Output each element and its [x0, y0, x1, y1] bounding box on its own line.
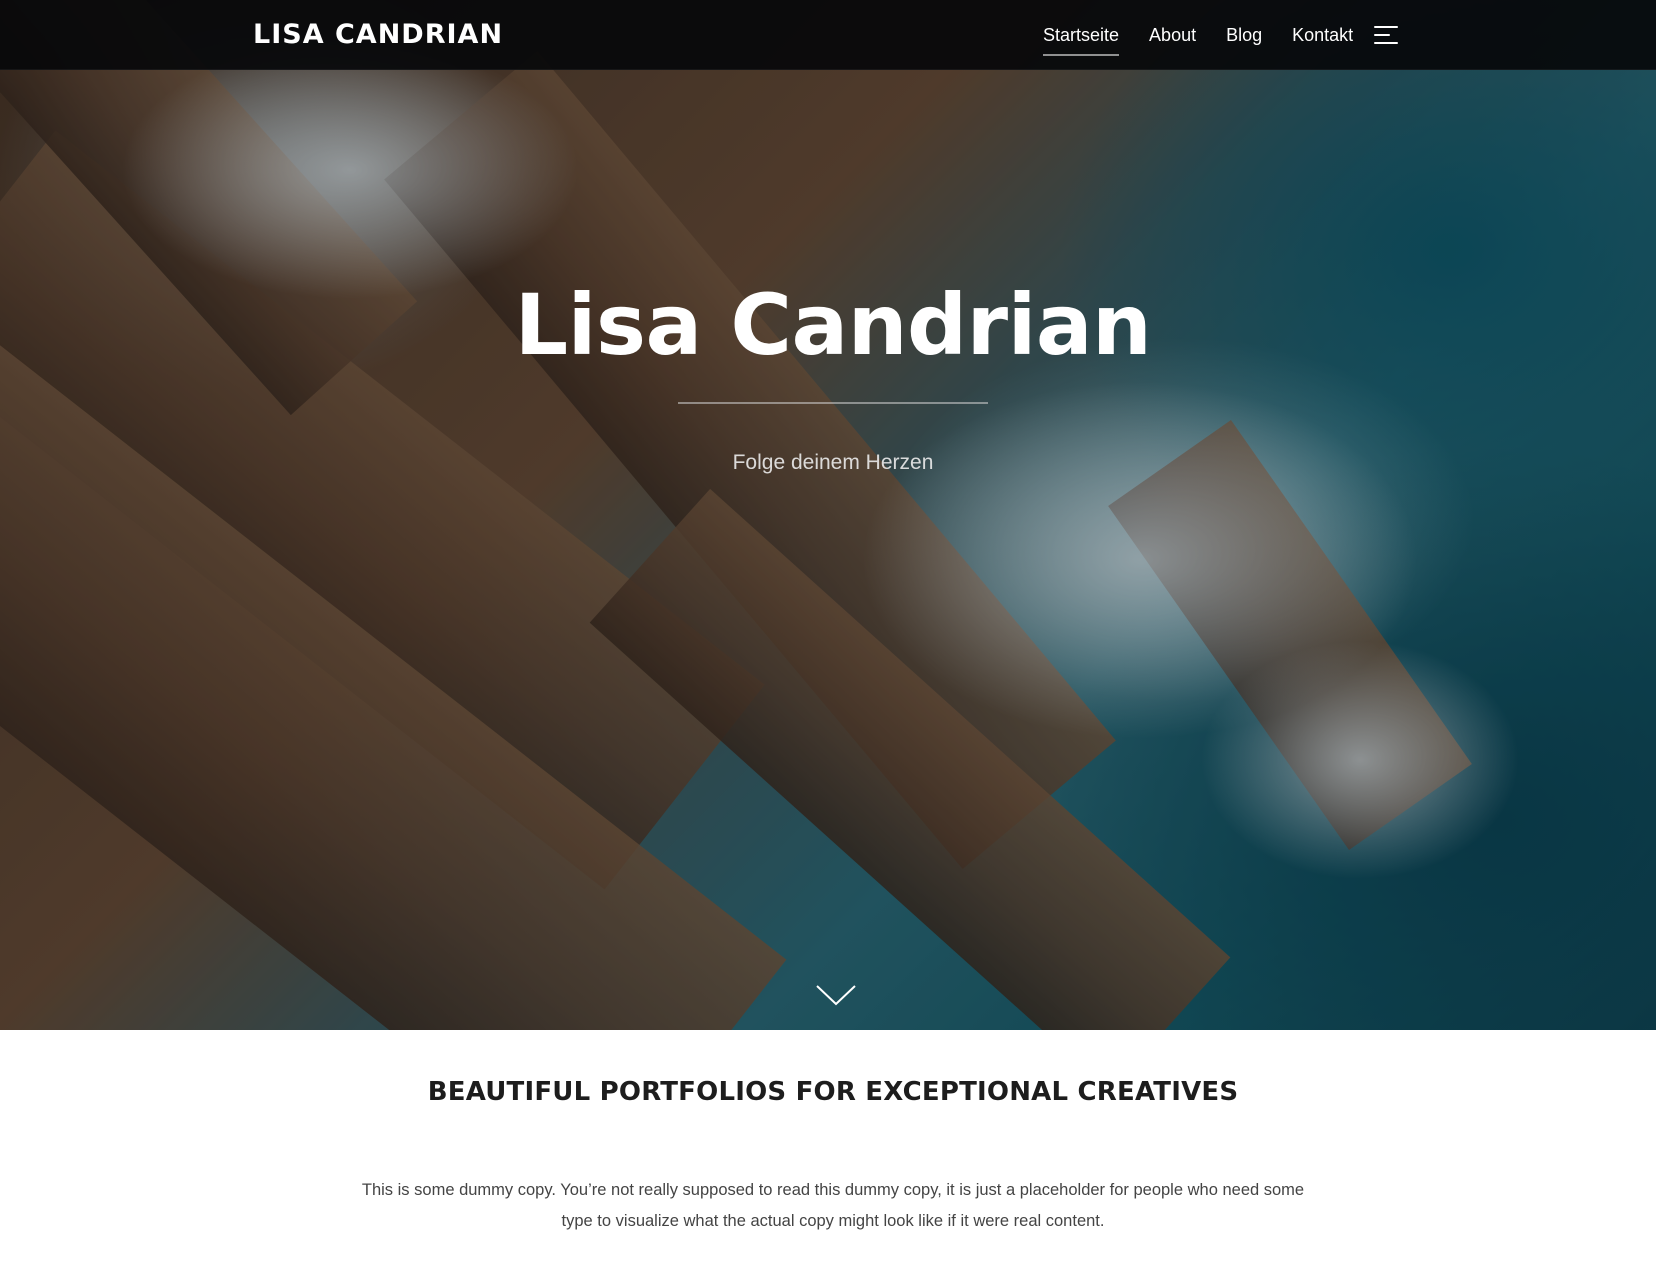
- site-header: LISA CANDRIAN Startseite About Blog Kont…: [0, 0, 1656, 70]
- hero-subtitle: Folge deinem Herzen: [732, 451, 934, 474]
- hero-image: Lisa Candrian Folge deinem Herzen: [0, 0, 1656, 1030]
- site-logo[interactable]: LISA CANDRIAN: [253, 17, 503, 53]
- nav-item-startseite[interactable]: Startseite: [1043, 23, 1120, 56]
- nav-item-about[interactable]: About: [1149, 23, 1196, 47]
- body-copy: This is some dummy copy. You’re not real…: [361, 1181, 1305, 1230]
- hero-overlay: [0, 0, 1656, 1030]
- menu-line: [1374, 34, 1390, 36]
- hero-divider: [678, 402, 988, 404]
- hamburger-menu-icon[interactable]: [1374, 25, 1398, 45]
- menu-line: [1374, 42, 1398, 44]
- main-nav: Startseite About Blog Kontakt: [1043, 0, 1383, 70]
- chevron-down-svg: [816, 985, 856, 1006]
- section-heading: BEAUTIFUL PORTFOLIOS FOR EXCEPTIONAL CRE…: [427, 1077, 1239, 1107]
- nav-item-blog[interactable]: Blog: [1226, 23, 1262, 47]
- nav-item-kontakt[interactable]: Kontakt: [1292, 23, 1353, 47]
- hero-title: Lisa Candrian: [514, 276, 1152, 374]
- chevron-down-icon[interactable]: [816, 984, 856, 1008]
- menu-line: [1374, 26, 1398, 28]
